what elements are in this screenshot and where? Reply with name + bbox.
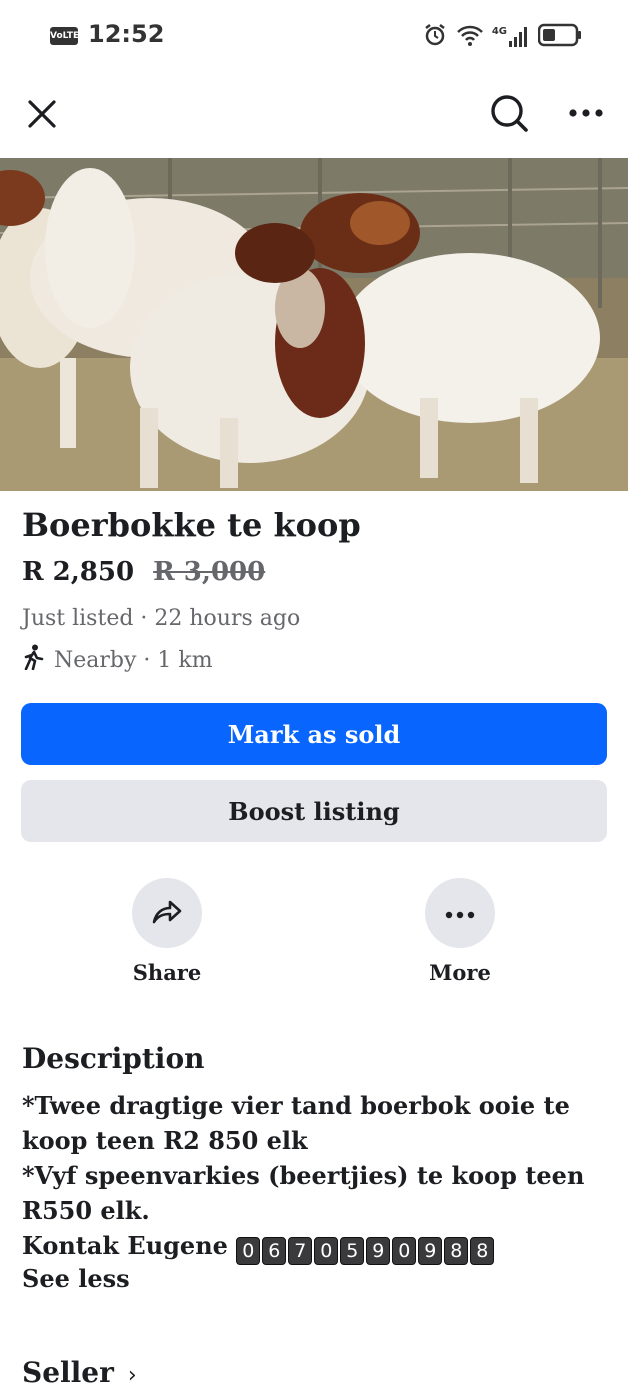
contact-line: Kontak Eugene 0670590988 <box>22 1228 612 1265</box>
share-label: Share <box>132 960 202 985</box>
phone-digit: 8 <box>444 1237 469 1265</box>
phone-digit: 8 <box>470 1237 495 1265</box>
close-icon[interactable] <box>22 94 62 134</box>
share-action[interactable]: Share <box>97 878 237 985</box>
phone-number[interactable]: 0670590988 <box>236 1231 496 1265</box>
phone-digit: 0 <box>392 1237 417 1265</box>
listing-price: R 2,850 <box>22 557 135 587</box>
share-icon <box>150 894 184 932</box>
nearby-text: Nearby · 1 km <box>54 647 213 673</box>
see-less-link[interactable]: See less <box>22 1264 130 1293</box>
description-line: *Vyf speenvarkies (beertjies) te koop te… <box>22 1161 585 1225</box>
top-app-bar <box>0 72 628 158</box>
description-line: *Twee dragtige vier tand boerbok ooie te… <box>22 1091 570 1155</box>
price-row: R 2,850 R 3,000 <box>22 557 265 587</box>
original-price: R 3,000 <box>153 557 266 587</box>
share-button[interactable] <box>132 878 202 948</box>
more-button[interactable] <box>425 878 495 948</box>
signal-icon: 4G <box>492 26 530 48</box>
phone-digit: 7 <box>288 1237 313 1265</box>
status-time: 12:52 <box>88 20 165 48</box>
more-action[interactable]: More <box>390 878 530 985</box>
phone-digit: 6 <box>262 1237 287 1265</box>
nearby-info: Nearby · 1 km <box>22 644 213 676</box>
boost-listing-button[interactable]: Boost listing <box>21 780 607 842</box>
phone-digit: 9 <box>366 1237 391 1265</box>
phone-digit: 9 <box>418 1237 443 1265</box>
more-label: More <box>429 960 491 985</box>
listing-photo[interactable] <box>0 158 628 491</box>
listed-time: Just listed · 22 hours ago <box>22 606 301 631</box>
seller-section-header[interactable]: Seller › <box>22 1356 137 1389</box>
listing-title: Boerbokke te koop <box>22 506 361 544</box>
walking-icon <box>22 644 46 676</box>
mark-as-sold-button[interactable]: Mark as sold <box>21 703 607 765</box>
status-icons: 4G <box>422 22 582 52</box>
chevron-right-icon: › <box>127 1363 137 1388</box>
search-icon[interactable] <box>486 90 532 136</box>
phone-digit: 0 <box>314 1237 339 1265</box>
phone-digit: 0 <box>236 1237 261 1265</box>
volte-badge: VoLTE <box>50 27 79 45</box>
description-body: *Twee dragtige vier tand boerbok ooie te… <box>22 1088 612 1265</box>
seller-heading: Seller <box>22 1356 114 1389</box>
network-type: 4G <box>491 26 507 37</box>
more-icon <box>445 904 475 923</box>
more-icon[interactable] <box>566 98 606 128</box>
wifi-icon <box>456 23 484 51</box>
alarm-icon <box>422 22 448 52</box>
description-heading: Description <box>22 1042 205 1075</box>
contact-label: Kontak Eugene <box>22 1231 228 1260</box>
status-bar: VoLTE 12:52 4G <box>0 0 628 72</box>
phone-digit: 5 <box>340 1237 365 1265</box>
battery-icon <box>537 23 582 51</box>
